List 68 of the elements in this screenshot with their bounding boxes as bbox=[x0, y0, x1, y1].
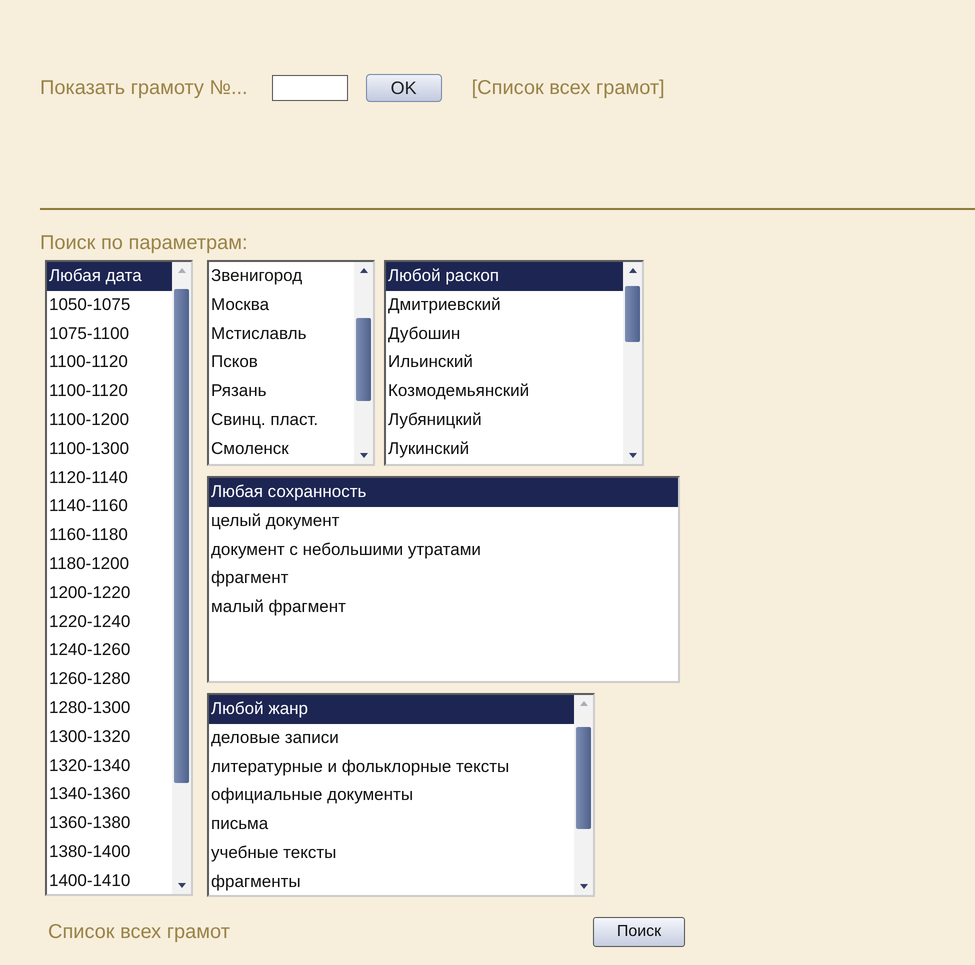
list-option[interactable]: Любая сохранность bbox=[209, 478, 678, 507]
list-option[interactable]: Любая дата bbox=[47, 262, 172, 291]
scrollbar-thumb[interactable] bbox=[356, 318, 371, 401]
search-button[interactable]: Поиск bbox=[593, 917, 685, 947]
list-option[interactable]: целый документ bbox=[209, 506, 678, 536]
scroll-up-icon[interactable] bbox=[358, 267, 368, 273]
list-option[interactable]: Москва bbox=[209, 290, 354, 320]
list-option[interactable]: Звенигород bbox=[209, 262, 354, 291]
list-option[interactable]: Любой жанр bbox=[209, 695, 574, 724]
list-option[interactable]: 1340-1360 bbox=[47, 780, 172, 810]
list-option[interactable]: 1320-1340 bbox=[47, 752, 172, 780]
list-option[interactable]: фрагменты bbox=[209, 868, 574, 895]
list-option[interactable]: 1120-1140 bbox=[47, 464, 172, 492]
list-option[interactable]: учебные тексты bbox=[209, 838, 574, 868]
list-option[interactable]: Ильинский bbox=[386, 348, 623, 378]
preservation-listbox[interactable]: Любая сохранность целый документ документ с небольшими утратами фрагмент малый фрагмент bbox=[207, 476, 680, 683]
list-option[interactable]: Лубяницкий bbox=[386, 406, 623, 435]
scroll-down-icon[interactable] bbox=[578, 884, 588, 890]
list-option[interactable]: деловые записи bbox=[209, 724, 574, 753]
list-option[interactable]: 1075-1100 bbox=[47, 320, 172, 348]
list-option[interactable]: документ с небольшими утратами bbox=[209, 536, 678, 564]
list-option[interactable]: Лукинский bbox=[386, 434, 623, 464]
scroll-down-icon[interactable] bbox=[358, 453, 368, 459]
list-option[interactable]: 1400-1410 bbox=[47, 866, 172, 894]
list-option[interactable]: 1140-1160 bbox=[47, 492, 172, 522]
list-option[interactable]: литературные и фольклорные тексты bbox=[209, 752, 574, 782]
genre-listbox[interactable]: Любой жанр деловые записи литературные и фольклорные тексты официальные документы письма учебные тексты фрагменты bbox=[207, 693, 595, 897]
list-option[interactable]: Свинц. пласт. bbox=[209, 406, 354, 435]
scroll-down-icon[interactable] bbox=[628, 453, 638, 459]
list-option[interactable]: 1100-1300 bbox=[47, 434, 172, 464]
ok-button[interactable]: OK bbox=[366, 74, 442, 102]
excavation-listbox[interactable]: Любой раскоп Дмитриевский Дубошин Ильинский Козмодемьянский Лубяницкий Лукинский bbox=[384, 260, 644, 466]
list-option[interactable]: 1240-1260 bbox=[47, 636, 172, 666]
list-option[interactable]: Дубошин bbox=[386, 320, 623, 348]
list-option[interactable]: 1100-1120 bbox=[47, 377, 172, 406]
scrollbar-thumb[interactable] bbox=[625, 286, 640, 342]
search-title: Поиск по параметрам: bbox=[40, 232, 249, 256]
list-option[interactable]: 1160-1180 bbox=[47, 521, 172, 550]
list-option[interactable]: 1200-1220 bbox=[47, 578, 172, 608]
list-option[interactable]: Смоленск bbox=[209, 434, 354, 464]
scroll-up-icon[interactable] bbox=[628, 267, 638, 273]
show-document-label: Показать грамоту №... bbox=[40, 76, 248, 100]
list-option[interactable]: 1260-1280 bbox=[47, 665, 172, 694]
list-option[interactable]: Любой раскоп bbox=[386, 262, 623, 291]
list-option[interactable]: Дмитриевский bbox=[386, 290, 623, 320]
list-option[interactable]: 1220-1240 bbox=[47, 608, 172, 636]
list-option[interactable]: Козмодемьянский bbox=[386, 377, 623, 406]
scrollbar-thumb[interactable] bbox=[576, 727, 591, 829]
list-option[interactable]: Рязань bbox=[209, 377, 354, 406]
city-listbox[interactable]: Звенигород Москва Мстиславль Псков Рязань Свинц. пласт. Смоленск bbox=[207, 260, 375, 466]
list-option[interactable]: малый фрагмент bbox=[209, 593, 678, 622]
list-option[interactable]: 1180-1200 bbox=[47, 550, 172, 579]
list-option[interactable]: официальные документы bbox=[209, 781, 574, 810]
list-option[interactable]: 1050-1075 bbox=[47, 290, 172, 320]
list-option[interactable]: 1300-1320 bbox=[47, 722, 172, 752]
list-option[interactable]: фрагмент bbox=[209, 564, 678, 594]
list-option[interactable]: 1360-1380 bbox=[47, 809, 172, 838]
date-listbox[interactable] bbox=[45, 260, 193, 896]
list-option[interactable]: Псков bbox=[209, 348, 354, 378]
scrollbar-thumb[interactable] bbox=[174, 289, 189, 783]
scroll-down-icon[interactable] bbox=[176, 883, 186, 889]
list-option[interactable]: 1380-1400 bbox=[47, 838, 172, 867]
list-option[interactable]: Мстиславль bbox=[209, 320, 354, 348]
list-option[interactable]: 1100-1120 bbox=[47, 348, 172, 378]
list-option[interactable]: 1280-1300 bbox=[47, 694, 172, 723]
list-option[interactable]: письма bbox=[209, 810, 574, 839]
list-option[interactable]: 1100-1200 bbox=[47, 406, 172, 435]
document-number-field[interactable] bbox=[272, 75, 348, 101]
